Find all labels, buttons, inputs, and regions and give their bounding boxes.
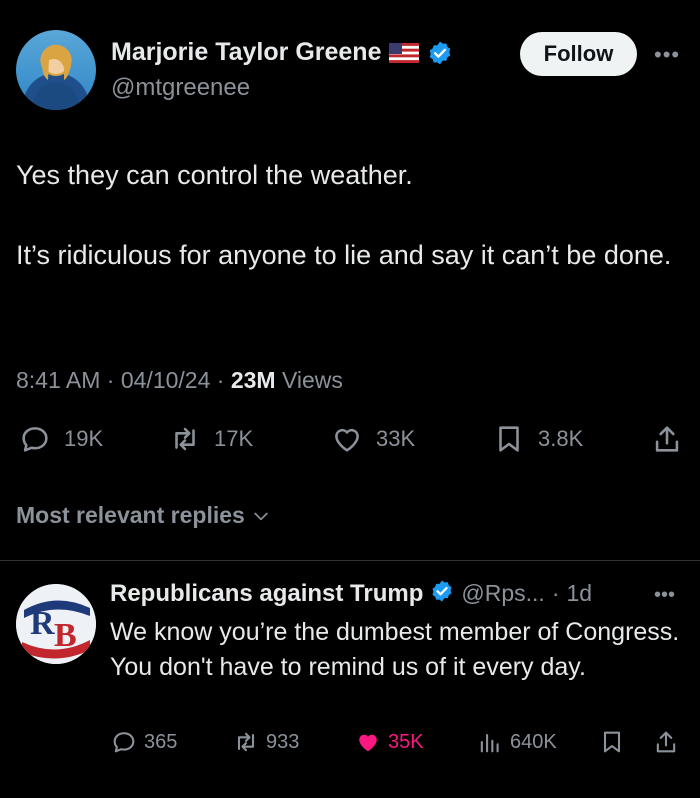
tweet-text-line: Yes they can control the weather. bbox=[16, 160, 413, 190]
reply-views-button[interactable]: 640K bbox=[476, 728, 557, 756]
follow-button[interactable]: Follow bbox=[520, 32, 637, 76]
svg-text:B: B bbox=[54, 617, 77, 654]
views-count: 23M bbox=[230, 367, 276, 393]
reply-age[interactable]: 1d bbox=[567, 580, 593, 607]
reply-like-button[interactable]: 35K bbox=[354, 728, 424, 756]
views-icon bbox=[480, 733, 499, 753]
reply-author-name[interactable]: Republicans against Trump bbox=[110, 580, 423, 608]
tweet-time[interactable]: 8:41 AM bbox=[16, 367, 100, 394]
repost-button[interactable]: 17K bbox=[168, 422, 253, 456]
reply-author-avatar[interactable]: R B bbox=[16, 584, 96, 664]
like-icon bbox=[335, 428, 359, 452]
bookmark-icon bbox=[499, 426, 519, 452]
reply-bookmark-button[interactable] bbox=[598, 728, 626, 756]
tweet-header: Marjorie Taylor Greene @mtgreenee Follow… bbox=[0, 0, 700, 130]
reply-text: We know you’re the dumbest member of Con… bbox=[110, 618, 680, 681]
tweet-actions: 19K 17K 33K 3.8K bbox=[16, 422, 686, 466]
author-handle[interactable]: @mtgreenee bbox=[111, 74, 250, 102]
bookmark-count: 3.8K bbox=[538, 426, 584, 451]
reply-share-button[interactable] bbox=[652, 728, 680, 756]
flag-us-icon bbox=[389, 42, 420, 63]
verified-badge-icon bbox=[430, 579, 454, 608]
meta-separator: · bbox=[100, 367, 121, 393]
bookmark-button[interactable]: 3.8K bbox=[492, 422, 583, 456]
author-name-row: Marjorie Taylor Greene bbox=[111, 38, 453, 67]
reply-sort-label: Most relevant replies bbox=[16, 502, 245, 528]
meta-separator: · bbox=[210, 367, 231, 393]
tweet-text: Yes they can control the weather. It’s r… bbox=[16, 155, 686, 315]
reply-sort-dropdown[interactable]: Most relevant replies bbox=[16, 502, 271, 529]
reply-repost-count: 933 bbox=[266, 730, 300, 753]
svg-text:R: R bbox=[30, 605, 55, 642]
divider bbox=[0, 560, 700, 561]
author-avatar[interactable] bbox=[16, 30, 96, 110]
reply-like-count: 35K bbox=[388, 730, 424, 753]
reply-reply-count: 365 bbox=[144, 730, 178, 753]
chevron-down-icon bbox=[254, 512, 268, 520]
like-button[interactable]: 33K bbox=[330, 422, 415, 456]
more-icon[interactable]: ••• bbox=[654, 42, 680, 68]
repost-count: 17K bbox=[214, 426, 254, 451]
meta-separator: · bbox=[551, 580, 560, 606]
reply-icon bbox=[22, 427, 48, 452]
reply-icon bbox=[113, 732, 135, 753]
author-name[interactable]: Marjorie Taylor Greene bbox=[111, 38, 381, 67]
reply-header: Republicans against Trump @Rps... · 1d bbox=[110, 579, 592, 608]
share-icon bbox=[655, 426, 679, 452]
reply-more-icon[interactable]: ••• bbox=[654, 584, 675, 607]
reply-button[interactable]: 19K bbox=[18, 422, 103, 456]
like-icon bbox=[359, 734, 377, 752]
tweet-text-line: It’s ridiculous for anyone to lie and sa… bbox=[16, 240, 672, 270]
repost-icon bbox=[237, 732, 255, 752]
verified-badge-icon bbox=[427, 40, 453, 66]
share-button[interactable] bbox=[650, 422, 684, 456]
like-count: 33K bbox=[376, 426, 416, 451]
reply-views-count: 640K bbox=[510, 730, 557, 753]
bookmark-icon bbox=[603, 731, 621, 753]
reply-reply-button[interactable]: 365 bbox=[110, 728, 177, 756]
tweet-meta: 8:41 AM · 04/10/24 · 23M Views bbox=[16, 367, 343, 394]
share-icon bbox=[656, 731, 676, 753]
views-label: Views bbox=[281, 367, 343, 393]
repost-icon bbox=[175, 427, 195, 451]
reply-author-handle[interactable]: @Rps... bbox=[461, 580, 544, 607]
reply-repost-button[interactable]: 933 bbox=[232, 728, 299, 756]
reply-count: 19K bbox=[64, 426, 104, 451]
tweet-date[interactable]: 04/10/24 bbox=[121, 367, 211, 394]
reply-actions: 365 933 35K 640K bbox=[110, 728, 690, 764]
